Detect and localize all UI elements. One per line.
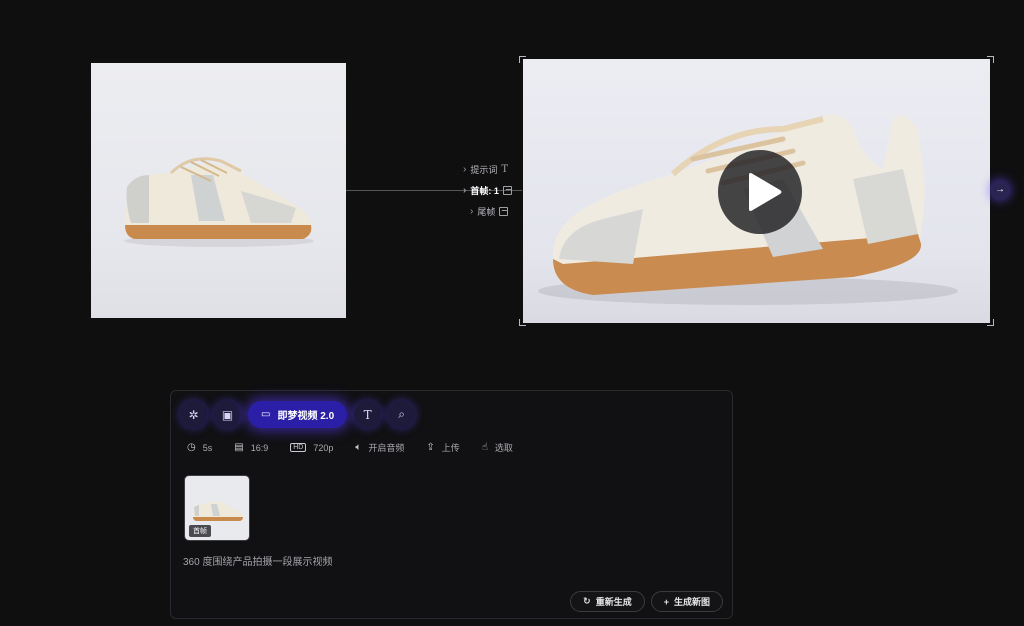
next-arrow-icon[interactable]: → (992, 182, 1008, 198)
sparkle-icon: ✲ (188, 407, 199, 422)
generation-panel: ✲ ▣ ▭ 即梦视频 2.0 T ⌕ ◷ 5s ▤ 16:9 HD 720p 🔈 (170, 390, 733, 619)
port-first-frame[interactable]: › 首帧: 1 (463, 183, 512, 197)
new-image-label: 生成新图 (673, 597, 710, 607)
pointer-hand-icon: ☝ (481, 442, 488, 453)
settings-bar: ◷ 5s ▤ 16:9 HD 720p 🔈︎ 开启音频 ⇪ 上传 ☝ 选取 (187, 441, 513, 454)
image-icon: ▣ (221, 407, 234, 422)
speaker-icon: 🔈︎ (355, 442, 362, 453)
aspect-ratio-icon: ▤ (234, 442, 244, 453)
audio-label: 开启音频 (368, 443, 405, 453)
timer-icon: ◷ (187, 442, 196, 453)
regenerate-button[interactable]: ↻ 重新生成 (570, 591, 645, 612)
select-label: 选取 (494, 443, 513, 453)
duration-value: 5s (202, 442, 213, 453)
resolution-setting[interactable]: HD 720p (290, 443, 333, 453)
port-label: 尾帧 (477, 206, 496, 217)
port-label: 提示词 (470, 164, 498, 175)
image-mode-button[interactable]: ▣ (214, 401, 241, 428)
chevron-right-icon: › (470, 205, 474, 217)
video-model-button[interactable]: ▭ 即梦视频 2.0 (248, 401, 348, 428)
reference-thumbnail[interactable]: 首帧 (184, 475, 250, 541)
port-label: 首帧: 1 (470, 185, 499, 196)
action-buttons: ↻ 重新生成 + 生成新图 (570, 591, 723, 612)
duration-setting[interactable]: ◷ 5s (187, 442, 212, 453)
ratio-value: 16:9 (250, 442, 269, 453)
hd-icon: HD (290, 443, 307, 452)
upload-icon: ⇪ (426, 442, 435, 453)
image-icon (499, 206, 509, 216)
regenerate-label: 重新生成 (595, 597, 632, 607)
refresh-icon: ↻ (583, 596, 591, 606)
model-label: 即梦视频 2.0 (277, 411, 335, 422)
text-icon: T (501, 163, 509, 175)
resolution-value: 720p (313, 442, 334, 453)
magic-tool-button[interactable]: ✲ (180, 401, 207, 428)
text-icon: T (363, 407, 372, 422)
port-prompt[interactable]: › 提示词 T (463, 162, 508, 176)
video-preview[interactable] (523, 59, 990, 323)
generate-new-image-button[interactable]: + 生成新图 (650, 591, 723, 612)
select-setting[interactable]: ☝ 选取 (482, 441, 513, 454)
toolbar: ✲ ▣ ▭ 即梦视频 2.0 T ⌕ (180, 401, 416, 428)
search-icon: ⌕ (398, 407, 405, 421)
prompt-text[interactable]: 360 度围绕产品拍摄一段展示视频 (183, 553, 332, 568)
upload-label: 上传 (441, 443, 460, 453)
video-camera-icon: ▭ (261, 409, 271, 420)
play-icon (749, 173, 782, 211)
video-output-node[interactable] (519, 56, 994, 326)
play-button[interactable] (718, 150, 802, 234)
text-mode-button[interactable]: T (354, 401, 382, 428)
chevron-right-icon: › (463, 184, 467, 196)
port-last-frame[interactable]: › 尾帧 (470, 204, 509, 218)
chevron-right-icon: › (463, 163, 467, 175)
image-icon (502, 185, 512, 195)
plus-icon: + (663, 596, 669, 607)
ratio-setting[interactable]: ▤ 16:9 (234, 442, 268, 453)
audio-setting[interactable]: 🔈︎ 开启音频 (355, 441, 404, 454)
upload-setting[interactable]: ⇪ 上传 (426, 441, 459, 454)
search-button[interactable]: ⌕ (388, 401, 416, 428)
sneaker-image (124, 157, 314, 247)
source-image-node[interactable] (91, 63, 346, 318)
first-frame-tag: 首帧 (189, 525, 211, 537)
